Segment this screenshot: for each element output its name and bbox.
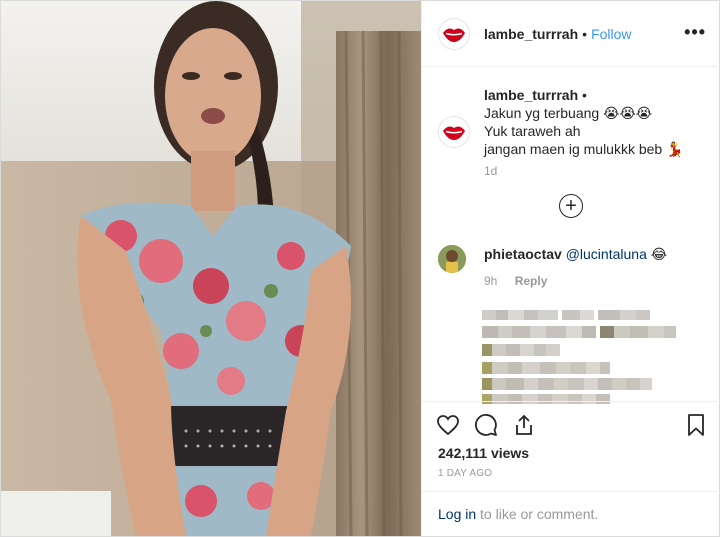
commenter-avatar[interactable]: [438, 245, 466, 273]
caption-avatar[interactable]: [438, 116, 470, 148]
comment-emoji: 😂: [650, 246, 668, 262]
post-video[interactable]: [1, 1, 421, 536]
follow-button[interactable]: Follow: [591, 26, 631, 42]
comment-mention[interactable]: @lucintaluna: [566, 246, 647, 262]
header-separator: •: [582, 25, 588, 42]
post-side-panel: lambe_turrrah • Follow ••• lambe_turrrah…: [421, 1, 720, 536]
login-link[interactable]: Log in: [438, 506, 476, 522]
instagram-post-embed: lambe_turrrah • Follow ••• lambe_turrrah…: [0, 0, 720, 537]
video-frame-illustration: [1, 1, 421, 536]
caption-line-1: Jakun yg terbuang 😭😭😭: [484, 105, 653, 121]
login-prompt-text: to like or comment.: [476, 506, 599, 522]
comment-icon[interactable]: [474, 413, 498, 437]
plus-circle-icon[interactable]: +: [559, 194, 583, 218]
more-options-icon[interactable]: •••: [684, 23, 706, 41]
login-prompt: Log in to like or comment.: [422, 491, 720, 536]
lips-logo-icon: [443, 126, 465, 140]
comment-timestamp: 9h: [484, 274, 498, 288]
action-icons: [436, 413, 536, 437]
save-button[interactable]: [684, 413, 708, 442]
post-date: 1 DAY AGO: [438, 468, 493, 479]
caption-username[interactable]: lambe_turrrah: [484, 87, 578, 103]
view-count[interactable]: 242,111 views: [438, 445, 529, 461]
blurred-comments: [482, 310, 676, 404]
caption-bullet: •: [582, 87, 587, 103]
reply-button[interactable]: Reply: [515, 274, 548, 288]
comment-username[interactable]: phietaoctav: [484, 246, 562, 262]
comment-meta: 9h Reply: [484, 274, 547, 288]
header-username[interactable]: lambe_turrrah: [484, 26, 578, 42]
comment-text: phietaoctav @lucintaluna 😂: [484, 245, 667, 273]
comment-item: phietaoctav @lucintaluna 😂: [438, 245, 708, 273]
caption: lambe_turrrah • Jakun yg terbuang 😭😭😭 Yu…: [438, 86, 708, 158]
heart-icon[interactable]: [436, 413, 460, 437]
caption-line-2: Yuk taraweh ah: [484, 123, 581, 139]
profile-avatar[interactable]: [438, 17, 470, 50]
caption-text: lambe_turrrah • Jakun yg terbuang 😭😭😭 Yu…: [484, 86, 684, 158]
lips-logo-icon: [443, 28, 465, 42]
post-header: lambe_turrrah • Follow •••: [422, 1, 720, 67]
bookmark-icon[interactable]: [684, 413, 708, 437]
caption-line-3: jangan maen ig mulukkk beb 💃: [484, 141, 684, 157]
share-icon[interactable]: [512, 413, 536, 437]
caption-timestamp: 1d: [484, 164, 498, 178]
